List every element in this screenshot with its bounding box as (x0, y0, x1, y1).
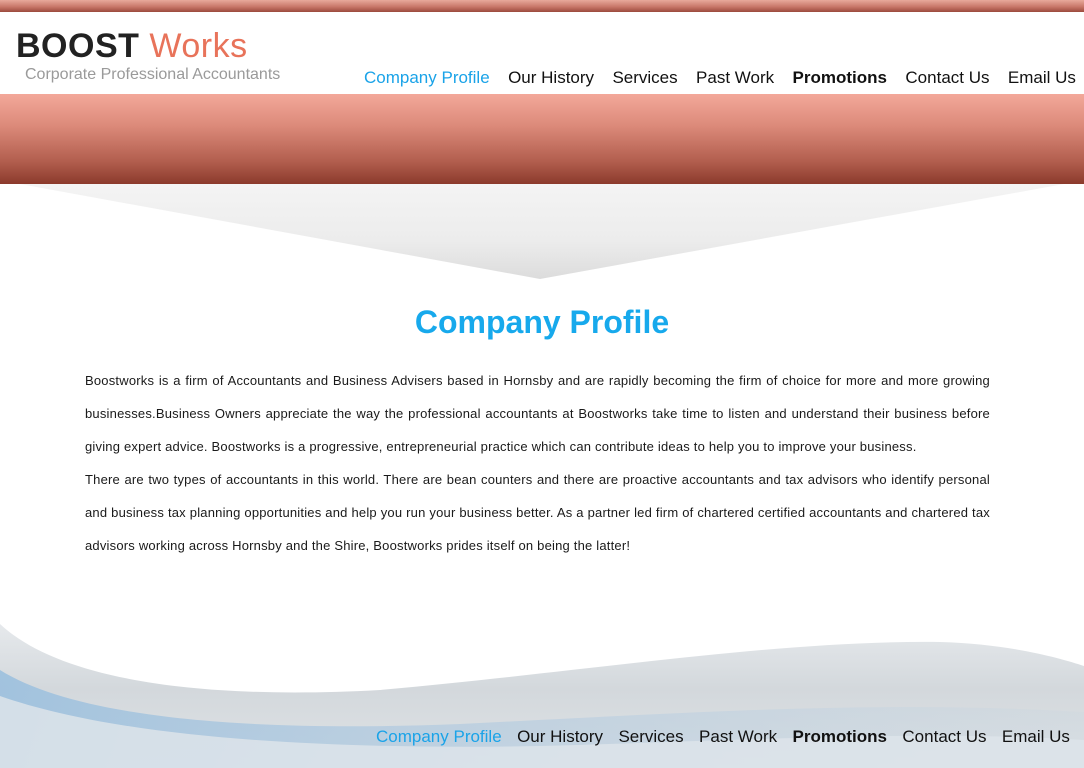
logo-boost-text: BOOST (16, 27, 140, 65)
top-color-strip (0, 0, 1084, 12)
footer-nav: Company Profile Our History Services Pas… (376, 725, 1070, 749)
main-nav: Company Profile Our History Services Pas… (364, 66, 1076, 90)
footer-nav-past-work[interactable]: Past Work (699, 727, 777, 747)
nav-past-work[interactable]: Past Work (696, 68, 774, 88)
nav-company-profile[interactable]: Company Profile (364, 68, 490, 88)
nav-contact-us[interactable]: Contact Us (905, 68, 989, 88)
header-banner (0, 94, 1084, 184)
footer-nav-company-profile[interactable]: Company Profile (376, 727, 502, 747)
logo[interactable]: BOOST Works (16, 26, 248, 66)
profile-paragraph: Boostworks is a firm of Accountants and … (85, 373, 990, 454)
logo-tagline: Corporate Professional Accountants (25, 66, 281, 83)
nav-our-history[interactable]: Our History (508, 68, 594, 88)
footer-nav-contact-us[interactable]: Contact Us (902, 727, 986, 747)
footer-nav-our-history[interactable]: Our History (517, 727, 603, 747)
logo-works-text: Works (149, 27, 248, 65)
page-title: Company Profile (414, 304, 670, 340)
chevron-divider (20, 184, 1064, 279)
profile-paragraph: There are two types of accountants in th… (85, 472, 990, 553)
profile-text: Boostworks is a firm of Accountants and … (85, 364, 990, 562)
nav-promotions[interactable]: Promotions (793, 68, 887, 88)
nav-email-us[interactable]: Email Us (1008, 68, 1076, 88)
footer-nav-email-us[interactable]: Email Us (1002, 727, 1070, 747)
footer-nav-promotions[interactable]: Promotions (793, 727, 887, 747)
nav-services[interactable]: Services (612, 68, 677, 88)
footer-nav-services[interactable]: Services (618, 727, 683, 747)
